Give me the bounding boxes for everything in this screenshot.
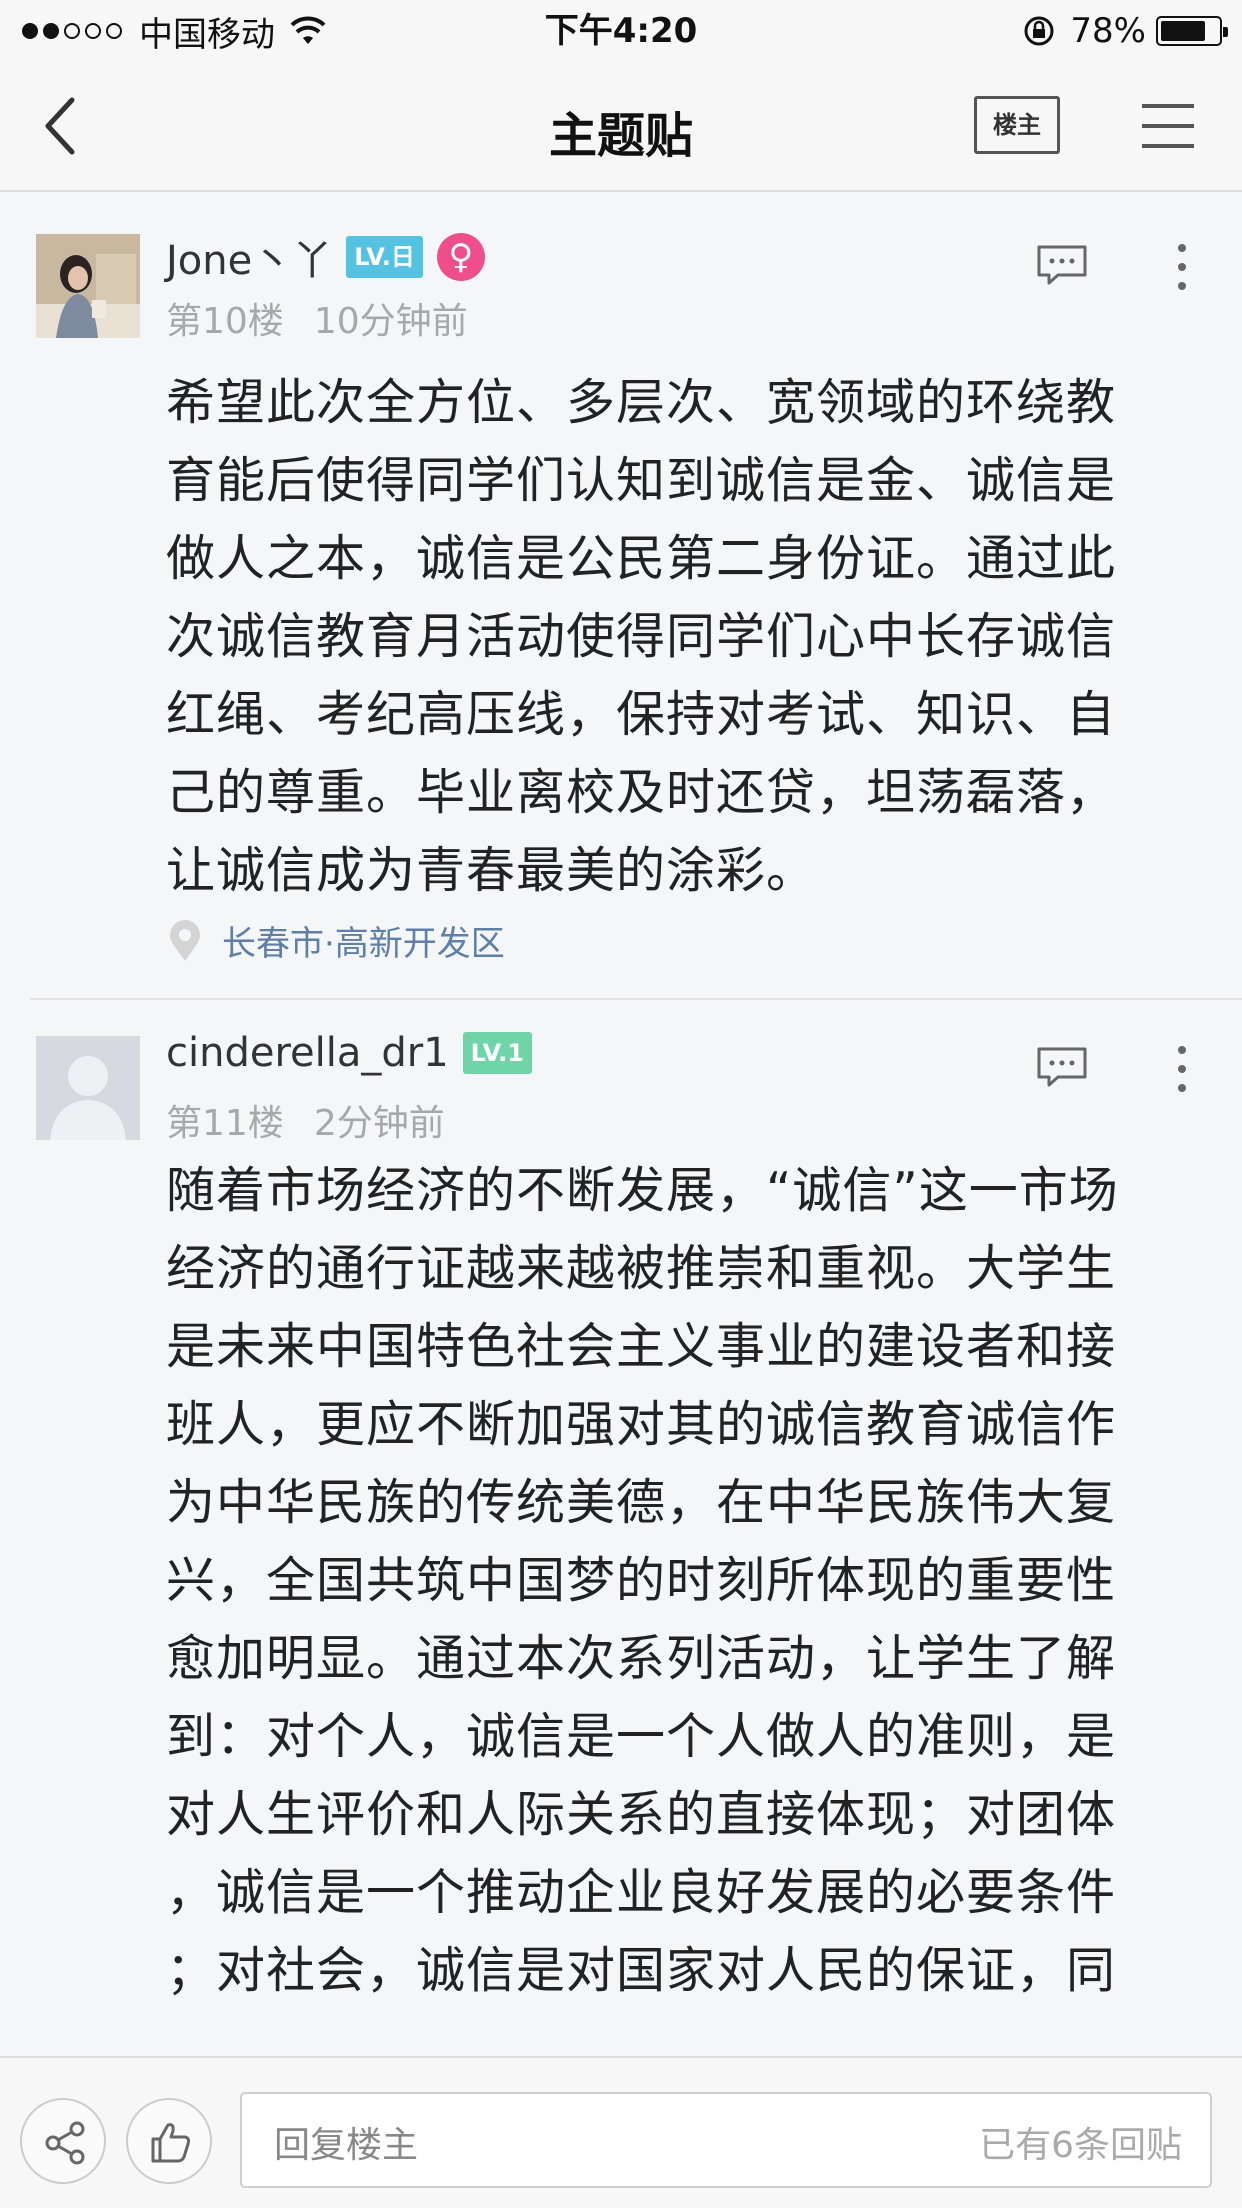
avatar[interactable]	[36, 1036, 140, 1140]
thread-content: Jone丶丫 LV.日 ♀ 第10楼 10分钟前 希望此次全方位、多层次、宽领域的…	[0, 192, 1242, 2054]
post-line: 对人生评价和人际关系的直接体现；对团体	[166, 1786, 1117, 1843]
comment-bubble-icon[interactable]	[1036, 1046, 1088, 1088]
post-time: 10分钟前	[313, 301, 468, 342]
female-icon: ♀	[436, 233, 485, 281]
hamburger-menu-icon[interactable]	[1140, 102, 1196, 150]
bottom-bar: 回复楼主 已有6条回贴	[0, 2056, 1242, 2208]
post-line: 育能后使得同学们认知到诚信是金、诚信是	[166, 452, 1117, 509]
post-line: 随着市场经济的不断发展，“诚信”这一市场	[166, 1162, 1119, 1219]
location-text[interactable]: 长春市·高新开发区	[222, 916, 505, 965]
post-line: 愈加明显。通过本次系列活动，让学生了解	[166, 1630, 1117, 1687]
nav-bar: 主题贴 楼主	[0, 62, 1242, 192]
post-line: ，诚信是一个推动企业良好发展的必要条件	[166, 1864, 1117, 1921]
post-meta: 第10楼 10分钟前	[166, 292, 468, 344]
battery-icon	[1156, 16, 1228, 46]
username[interactable]: Jone丶丫 LV.日 ♀	[166, 228, 485, 286]
post-body: 希望此次全方位、多层次、宽领域的环绕教 育能后使得同学们认知到诚信是金、诚信是 …	[166, 364, 1206, 910]
post-line: 兴，全国共筑中国梦的时刻所体现的重要性	[166, 1552, 1117, 1609]
post-line: 希望此次全方位、多层次、宽领域的环绕教	[166, 374, 1117, 431]
post-floor-11: cinderella_dr1 LV.1 第11楼 2分钟前 随着市场经济的不断发展…	[0, 1000, 1242, 2054]
post-line: 经济的通行证越来越被推崇和重视。大学生	[166, 1240, 1117, 1297]
more-vertical-icon[interactable]	[1170, 242, 1194, 292]
rotation-lock-icon	[1024, 16, 1054, 46]
avatar[interactable]	[36, 234, 140, 338]
only-owner-button[interactable]: 楼主	[974, 96, 1060, 154]
share-icon	[45, 2121, 85, 2165]
reply-count: 已有6条回贴	[979, 2125, 1182, 2166]
reply-input[interactable]: 回复楼主 已有6条回贴	[240, 2092, 1212, 2188]
post-time: 2分钟前	[313, 1103, 445, 1144]
thumbs-up-icon	[151, 2123, 191, 2163]
post-line: 是未来中国特色社会主义事业的建设者和接	[166, 1318, 1117, 1375]
username-text[interactable]: cinderella_dr1	[166, 1030, 449, 1076]
post-line: 到：对个人，诚信是一个人做人的准则，是	[166, 1708, 1117, 1765]
post-location[interactable]: 长春市·高新开发区	[166, 916, 505, 965]
level-badge: LV.1	[462, 1032, 532, 1074]
status-right: 78%	[1022, 8, 1228, 54]
post-line: 红绳、考纪高压线，保持对考试、知识、自	[166, 686, 1117, 743]
post-body: 随着市场经济的不断发展，“诚信”这一市场 经济的通行证越来越被推崇和重视。大学生…	[166, 1152, 1206, 2010]
post-line: 己的尊重。毕业离校及时还贷，坦荡磊落，	[166, 764, 1117, 821]
post-line: 为中华民族的传统美德，在中华民族伟大复	[166, 1474, 1117, 1531]
post-line: 让诚信成为青春最美的涂彩。	[166, 842, 817, 899]
reply-placeholder: 回复楼主	[274, 2125, 419, 2166]
post-line: 班人，更应不断加强对其的诚信教育诚信作	[166, 1396, 1117, 1453]
username-text[interactable]: Jone丶丫	[166, 228, 332, 286]
floor-number: 第10楼	[166, 301, 284, 342]
comment-bubble-icon[interactable]	[1036, 244, 1088, 286]
status-bar: 中国移动 下午4:20 78%	[0, 0, 1242, 62]
level-badge: LV.日	[346, 236, 423, 278]
post-floor-10: Jone丶丫 LV.日 ♀ 第10楼 10分钟前 希望此次全方位、多层次、宽领域的…	[0, 192, 1242, 998]
floor-number: 第11楼	[166, 1103, 284, 1144]
battery-percent: 78%	[1070, 11, 1146, 51]
like-button[interactable]	[126, 2098, 212, 2184]
post-line: 次诚信教育月活动使得同学们心中长存诚信	[166, 608, 1117, 665]
post-line: ；对社会，诚信是对国家对人民的保证，同	[166, 1942, 1117, 1999]
post-line: 做人之本，诚信是公民第二身份证。通过此	[166, 530, 1117, 587]
username[interactable]: cinderella_dr1 LV.1	[166, 1030, 532, 1076]
location-pin-icon	[170, 919, 200, 961]
more-vertical-icon[interactable]	[1170, 1044, 1194, 1094]
share-button[interactable]	[20, 2098, 106, 2184]
post-meta: 第11楼 2分钟前	[166, 1094, 445, 1146]
